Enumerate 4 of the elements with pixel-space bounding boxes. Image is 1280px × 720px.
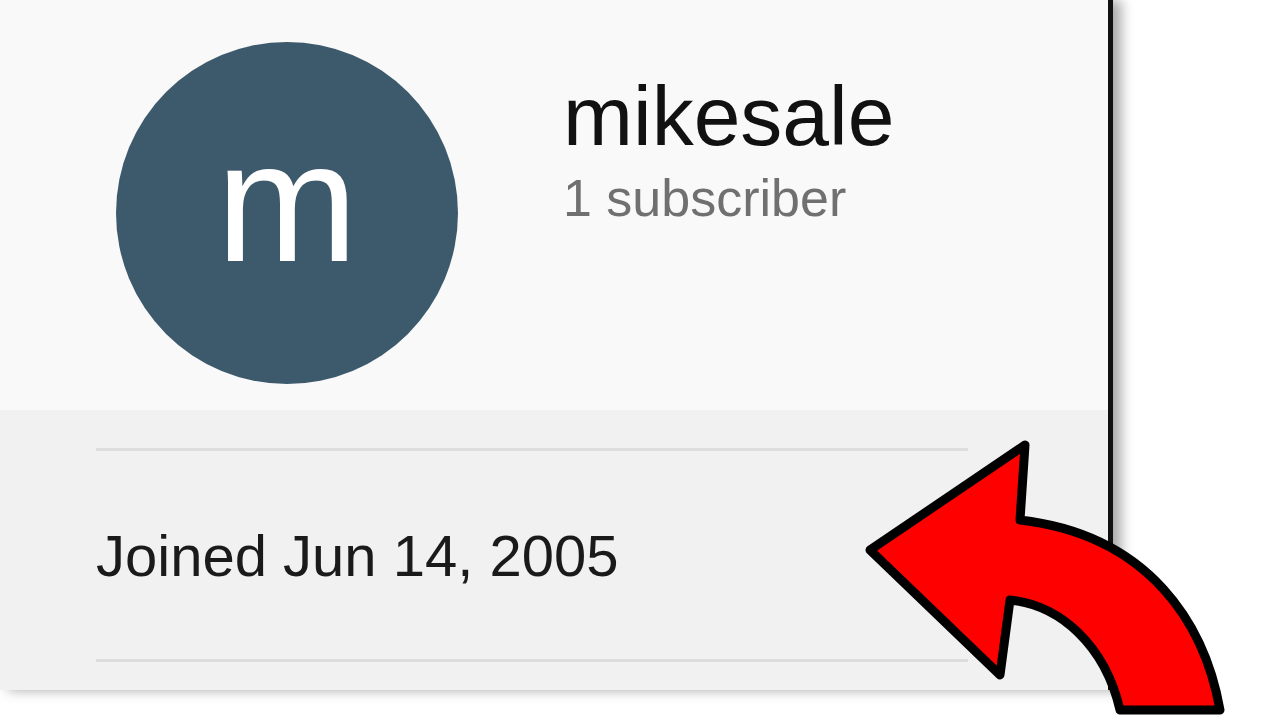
channel-name: mikesale <box>563 70 895 163</box>
avatar: m <box>116 42 458 384</box>
joined-date: Joined Jun 14, 2005 <box>96 521 619 589</box>
subscriber-count: 1 subscriber <box>563 168 848 229</box>
